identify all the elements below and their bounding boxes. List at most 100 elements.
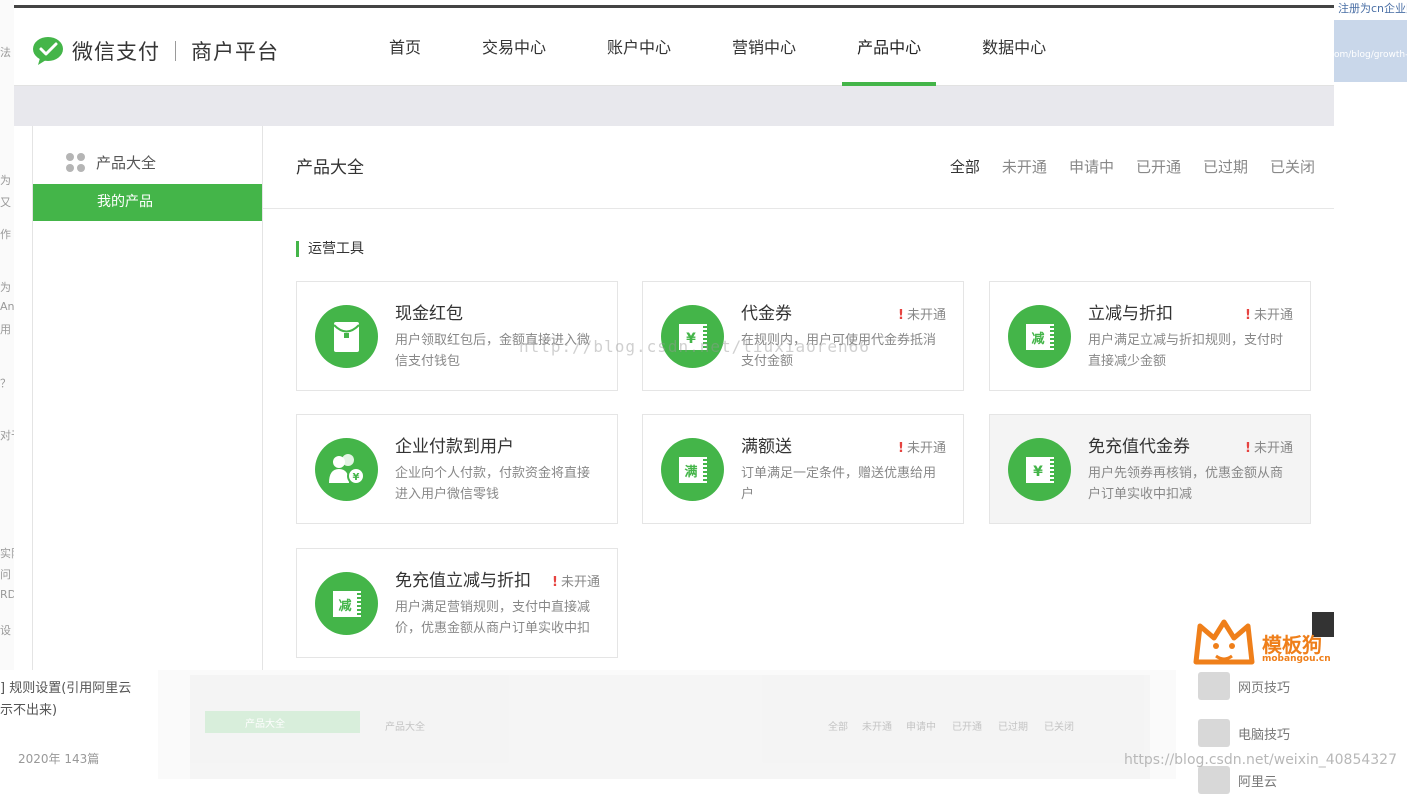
bg-thumbnail: om/blog/growth- xyxy=(1334,20,1407,82)
alert-icon: ! xyxy=(898,308,904,323)
top-header: 微信支付 商户平台 首页 交易中心 账户中心 营销中心 产品中心 数据中心 xyxy=(14,8,1334,86)
dog-face-icon xyxy=(1193,619,1255,665)
filter-opened[interactable]: 已开通 xyxy=(1136,156,1181,177)
background-page-bottom: ] 规则设置(引用阿里云 示不出来) 2020年 143篇 产品大全 产品大全 … xyxy=(0,670,1407,794)
status-badge: ! 未开通 xyxy=(898,304,946,323)
bg-fragment: ？ xyxy=(0,377,11,390)
bg-fragment: 设 xyxy=(0,624,11,637)
product-name: 企业付款到用户 xyxy=(395,437,514,457)
voucher-icon: ¥ xyxy=(661,305,724,368)
nav-account-center[interactable]: 账户中心 xyxy=(592,8,686,85)
status-text: 未开通 xyxy=(906,441,946,456)
c-logo-icon xyxy=(1198,719,1230,747)
status-text: 未开通 xyxy=(1253,308,1293,323)
bg-fragment: 实际 xyxy=(0,547,14,560)
product-desc: 用户满足营销规则，支付中直接减价，优惠金额从商户订单实收中扣 xyxy=(395,600,591,636)
bg-fragment: 用 xyxy=(0,323,11,336)
divider xyxy=(263,208,1334,209)
bg-mini-filter: 已开通 xyxy=(952,722,982,733)
bg-fragment: 为 xyxy=(0,281,11,294)
filter-all[interactable]: 全部 xyxy=(950,156,980,177)
red-packet-icon xyxy=(315,305,378,368)
bg-fragment: 法 xyxy=(0,46,11,59)
product-card-enterprise-pay[interactable]: ¥ 企业付款到用户 企业向个人付款，付款资金将直接进入用户微信零钱 xyxy=(296,414,618,524)
filter-closed[interactable]: 已关闭 xyxy=(1270,156,1315,177)
product-card-free-voucher[interactable]: ¥ 免充值代金券 ! 未开通 用户先领券再核销，优惠金额从商户订单实收中扣减 xyxy=(989,414,1311,524)
brand-separator xyxy=(175,41,176,61)
filter-not-opened[interactable]: 未开通 xyxy=(1002,156,1047,177)
bg-register-link[interactable]: 注册为cn企业账户 xyxy=(1338,0,1407,16)
merchant-platform-window: 微信支付 商户平台 首页 交易中心 账户中心 营销中心 产品中心 数据中心 产品… xyxy=(14,0,1334,670)
discount-icon: 减 xyxy=(1008,305,1071,368)
main-nav: 首页 交易中心 账户中心 营销中心 产品中心 数据中心 xyxy=(374,8,1092,86)
product-card-cash-red-packet[interactable]: 现金红包 用户领取红包后，金额直接进入微信支付钱包 xyxy=(296,281,618,391)
status-badge: ! 未开通 xyxy=(1245,304,1293,323)
bg-mini-side: 产品大全 xyxy=(205,711,360,733)
filter-expired[interactable]: 已过期 xyxy=(1203,156,1248,177)
bg-mini-filter: 已过期 xyxy=(998,722,1028,733)
brand-name: 微信支付 xyxy=(72,40,160,64)
product-desc: 在规则内，用户可使用代金券抵消支付金额 xyxy=(741,333,937,369)
status-filters: 全部 未开通 申请中 已开通 已过期 已关闭 xyxy=(950,156,1315,177)
product-name: 满额送 xyxy=(741,437,792,457)
bg-fragment: 对于 xyxy=(0,429,14,442)
product-card-full-gift[interactable]: 满 满额送 ! 未开通 订单满足一定条件，赠送优惠给用户 xyxy=(642,414,964,524)
free-voucher-icon: ¥ xyxy=(1008,438,1071,501)
section-title-operation-tools: 运营工具 xyxy=(296,238,364,258)
mobangou-url: mobangou.cn xyxy=(1262,654,1331,664)
bg-related-link[interactable]: 电脑技巧 xyxy=(1198,719,1290,747)
bg-article-title[interactable]: 示不出来) xyxy=(0,699,57,718)
bg-fragment: An xyxy=(0,300,14,313)
wechat-pay-logo-icon xyxy=(32,36,66,66)
free-voucher-icon-glyph: ¥ xyxy=(1033,464,1043,480)
status-text: 未开通 xyxy=(560,575,600,590)
sidebar-item-my-products[interactable]: 我的产品 xyxy=(33,184,262,221)
voucher-icon-glyph: ¥ xyxy=(686,331,696,347)
sidebar-heading-label: 产品大全 xyxy=(96,154,157,172)
c-logo-icon xyxy=(1198,766,1230,794)
bg-article-title[interactable]: ] 规则设置(引用阿里云 xyxy=(0,677,131,696)
product-desc: 用户领取红包后，金额直接进入微信支付钱包 xyxy=(395,333,591,369)
product-desc: 订单满足一定条件，赠送优惠给用户 xyxy=(741,466,937,502)
filter-applying[interactable]: 申请中 xyxy=(1069,156,1114,177)
nav-marketing-center[interactable]: 营销中心 xyxy=(717,8,811,85)
nav-product-center[interactable]: 产品中心 xyxy=(842,8,937,86)
full-gift-icon: 满 xyxy=(661,438,724,501)
status-badge: ! 未开通 xyxy=(1245,437,1293,456)
alert-icon: ! xyxy=(552,575,558,590)
status-badge: ! 未开通 xyxy=(898,437,946,456)
nav-home[interactable]: 首页 xyxy=(374,8,436,85)
alert-icon: ! xyxy=(1245,308,1251,323)
bg-fragment: 作 xyxy=(0,228,11,241)
product-name: 立减与折扣 xyxy=(1088,304,1173,324)
brand-logo[interactable]: 微信支付 商户平台 xyxy=(32,36,279,66)
page-band xyxy=(14,86,1334,126)
bg-related-link[interactable]: 阿里云 xyxy=(1198,766,1277,794)
product-card-free-discount[interactable]: 减 免充值立减与折扣 ! 未开通 用户满足营销规则，支付中直接减价，优惠金额从商户… xyxy=(296,548,618,658)
product-name: 免充值代金券 xyxy=(1088,437,1190,457)
bg-mini-filter: 已关闭 xyxy=(1044,722,1074,733)
alert-icon: ! xyxy=(1245,441,1251,456)
nav-trade-center[interactable]: 交易中心 xyxy=(467,8,561,85)
bg-thumbnail-text: om/blog/growth- xyxy=(1334,50,1407,60)
bg-bottom-left-column: ] 规则设置(引用阿里云 示不出来) 2020年 143篇 xyxy=(0,670,158,779)
bg-fragment: 问 xyxy=(0,568,11,581)
nav-data-center[interactable]: 数据中心 xyxy=(967,8,1061,85)
free-discount-icon-glyph: 减 xyxy=(338,598,351,614)
background-page-right: 注册为cn企业账户 om/blog/growth- xyxy=(1334,0,1407,779)
full-gift-icon-glyph: 满 xyxy=(684,464,697,480)
enterprise-pay-icon: ¥ xyxy=(315,438,378,501)
product-name: 代金券 xyxy=(741,304,792,324)
bg-related-label: 电脑技巧 xyxy=(1238,727,1291,743)
product-card-discount[interactable]: 减 立减与折扣 ! 未开通 用户满足立减与折扣规则，支付时直接减少金额 xyxy=(989,281,1311,391)
page-title: 产品大全 xyxy=(296,158,364,178)
product-name: 现金红包 xyxy=(395,304,463,324)
status-badge: ! 未开通 xyxy=(552,571,600,590)
c-logo-icon xyxy=(1198,672,1230,700)
bg-related-link[interactable]: 网页技巧 xyxy=(1198,672,1290,700)
background-page-left: 法 为 又 作 为 An 用 ？ 对于 实际 问 RD 设 xyxy=(0,0,14,779)
product-card-voucher[interactable]: ¥ 代金券 ! 未开通 在规则内，用户可使用代金券抵消支付金额 xyxy=(642,281,964,391)
bg-mini-filter: 全部 xyxy=(828,722,848,733)
bg-fragment: 为 xyxy=(0,174,11,187)
sidebar-heading[interactable]: 产品大全 xyxy=(66,152,156,173)
